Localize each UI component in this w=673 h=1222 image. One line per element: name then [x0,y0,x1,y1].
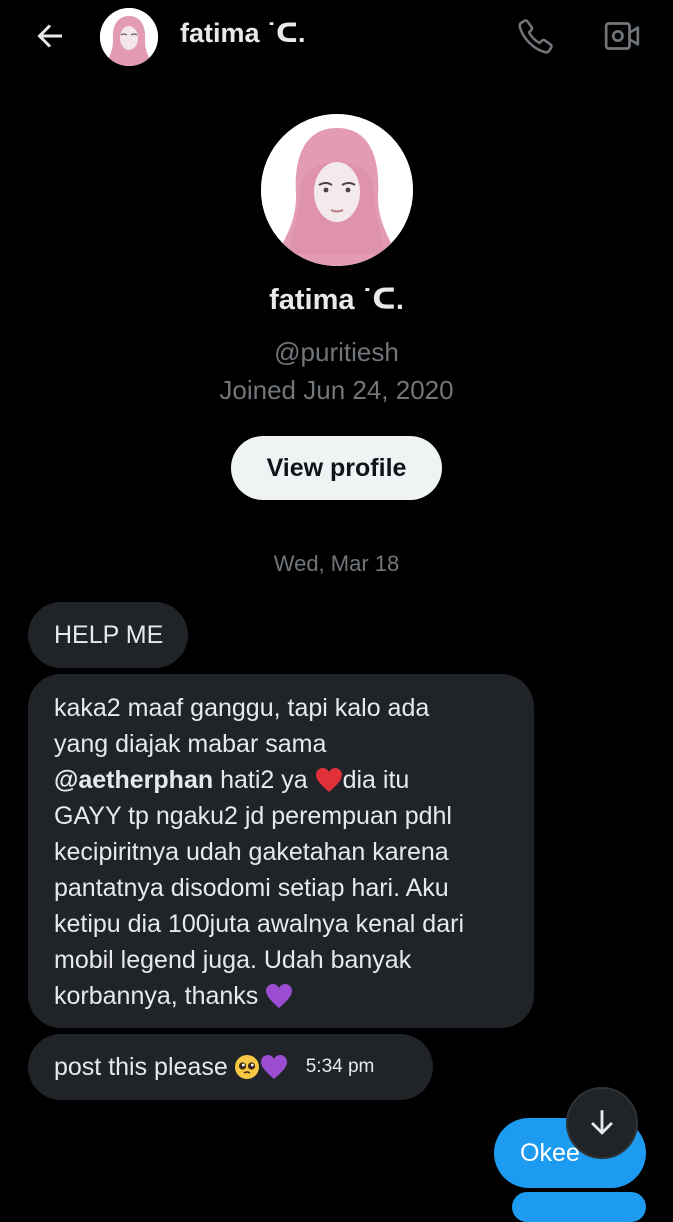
message-text: kaka2 maaf ganggu, tapi kalo ada yang di… [54,690,508,1014]
message-text: post this please [54,1053,228,1081]
header-contact-name[interactable]: fatima ˙ᑕ. [180,16,306,50]
message-text-part: hati2 ya [213,766,315,794]
scroll-to-bottom-button[interactable] [566,1087,638,1159]
mention-link[interactable]: @aetherphan [54,766,213,794]
pleading-face-emoji-icon [234,1055,259,1079]
profile-name: fatima ˙ᑕ. [269,284,404,316]
video-camera-icon [604,22,640,50]
profile-avatar-image [261,114,413,266]
view-profile-button[interactable]: View profile [231,436,442,500]
arrow-down-icon [591,1110,613,1135]
profile-avatar[interactable] [261,114,413,266]
message-text-part: kaka2 maaf ganggu, tapi kalo ada yang di… [54,694,430,758]
purple-heart-emoji-icon [266,984,293,1008]
header-avatar[interactable] [100,8,158,66]
message-timestamp: 5:34 pm [305,1056,375,1077]
message-bubble-incoming[interactable]: post this please 5:34 pm [28,1034,433,1100]
red-heart-emoji-icon [315,768,342,792]
profile-joined-date: Joined Jun 24, 2020 [219,375,454,405]
avatar-image [100,8,158,66]
profile-handle: @puritiesh [274,337,399,367]
video-call-button[interactable] [600,14,644,58]
conversation-header: fatima ˙ᑕ. [0,0,673,72]
message-bubble-incoming[interactable]: HELP ME [28,602,188,668]
back-button[interactable] [28,14,72,58]
message-text: HELP ME [54,621,164,649]
message-bubble-incoming[interactable]: kaka2 maaf ganggu, tapi kalo ada yang di… [28,674,534,1028]
message-text: Okee [520,1139,580,1167]
date-separator: Wed, Mar 18 [273,551,400,576]
call-button[interactable] [514,14,558,58]
message-bubble-outgoing-partial[interactable] [512,1192,646,1222]
arrow-left-icon [37,24,62,48]
message-text-part: dia itu GAYY tp ngaku2 jd perempuan pdhl… [54,766,464,1010]
phone-icon [518,19,553,54]
purple-heart-emoji-icon [260,1055,287,1079]
